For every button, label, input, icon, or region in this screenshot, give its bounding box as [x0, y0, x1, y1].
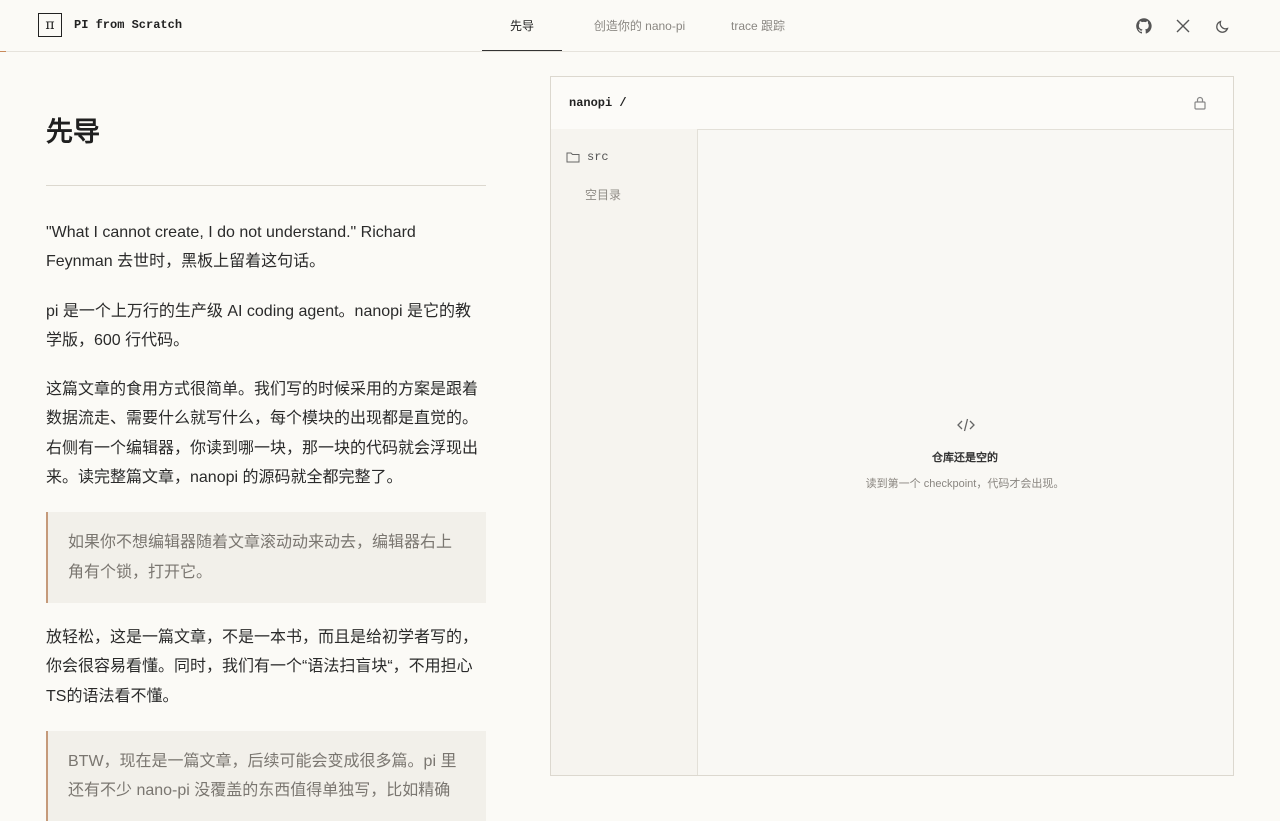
logo-glyph: π [45, 17, 55, 33]
github-icon[interactable] [1135, 17, 1153, 35]
tip-lock-quote: 如果你不想编辑器随着文章滚动动来动去，编辑器右上角有个锁，打开它。 [46, 512, 486, 603]
empty-dir-label: 空目录 [585, 188, 622, 202]
paragraph-pi-intro: pi 是一个上万行的生产级 AI coding agent。nanopi 是它的… [46, 302, 472, 349]
paragraph-feynman: "What I cannot create, I do not understa… [46, 224, 416, 271]
article: 先导 "What I cannot create, I do not under… [46, 52, 486, 821]
file-tree: src 空目录 [551, 129, 698, 775]
folder-name: src [587, 150, 609, 164]
editor-header: nanopi / [551, 77, 1233, 130]
editor-empty-state: 仓库还是空的 读到第一个 checkpoint，代码才会出现。 [697, 129, 1233, 775]
code-icon [957, 418, 975, 432]
main-tabs: 先导 创造你的 nano-pi trace 跟踪 [482, 0, 799, 51]
top-nav-bar: π PI from Scratch 先导 创造你的 nano-pi trace … [0, 0, 1280, 52]
empty-state-subtitle: 读到第一个 checkpoint，代码才会出现。 [865, 478, 1065, 490]
paragraph-relax: 放轻松，这是一篇文章，不是一本书，而且是给初学者写的，你会很容易看懂。同时，我们… [46, 628, 479, 705]
moon-icon[interactable] [1214, 17, 1232, 35]
empty-state-title: 仓库还是空的 [932, 452, 998, 464]
brand-name[interactable]: PI from Scratch [74, 18, 182, 32]
paragraph-how-to-read: 这篇文章的食用方式很简单。我们写的时候采用的方案是跟着数据流走、需要什么就写什么… [46, 381, 479, 487]
x-icon[interactable] [1174, 17, 1192, 35]
folder-icon [566, 152, 580, 163]
lock-icon[interactable] [1193, 95, 1207, 111]
code-editor: nanopi / src 空目录 仓库还是空的 读到第一个 checkpoint… [550, 76, 1234, 776]
folder-src[interactable]: src [566, 150, 609, 164]
tab-trace[interactable]: trace 跟踪 [717, 0, 799, 51]
repo-path: nanopi / [569, 96, 627, 110]
tab-intro[interactable]: 先导 [482, 0, 562, 51]
title-divider [46, 185, 486, 186]
logo-icon[interactable]: π [38, 13, 62, 37]
page-title: 先导 [46, 117, 100, 148]
btw-quote: BTW，现在是一篇文章，后续可能会变成很多篇。pi 里还有不少 nano-pi … [46, 730, 486, 821]
tab-create-nano-pi[interactable]: 创造你的 nano-pi [562, 0, 717, 51]
